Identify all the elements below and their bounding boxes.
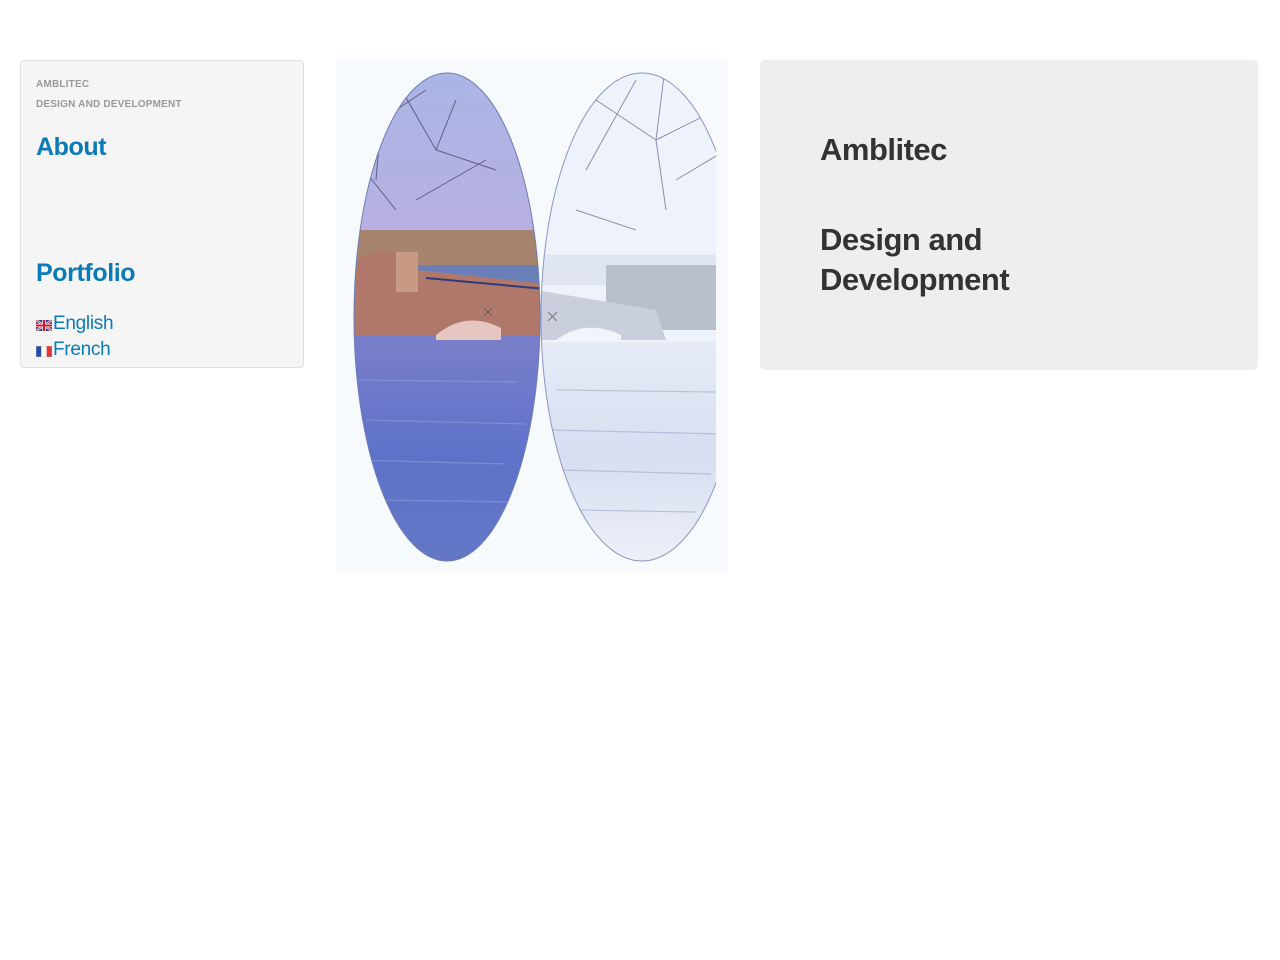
intro-panel: Amblitec Design and Development: [760, 60, 1258, 370]
uk-flag-icon: [36, 320, 52, 331]
nav-link-portfolio[interactable]: Portfolio: [36, 259, 136, 288]
language-label-french: French: [53, 339, 111, 360]
france-flag-icon: [36, 346, 52, 357]
panel-subtitle: Design and Development: [820, 222, 1010, 297]
brand-name: AMBLITEC: [36, 79, 90, 90]
language-link-english[interactable]: English: [36, 311, 114, 337]
language-label-english: English: [53, 313, 114, 334]
bridge-ellipses-image: [353, 72, 716, 562]
language-list: English French: [36, 311, 114, 363]
language-link-french[interactable]: French: [36, 337, 113, 363]
sidebar: AMBLITEC DESIGN AND DEVELOPMENT About Po…: [20, 60, 304, 368]
brand-tagline: DESIGN AND DEVELOPMENT: [36, 99, 182, 110]
page: AMBLITEC DESIGN AND DEVELOPMENT About Po…: [0, 0, 1280, 960]
panel-title: Amblitec: [820, 132, 947, 167]
nav-link-about[interactable]: About: [36, 133, 107, 162]
hero-image: [336, 60, 728, 572]
